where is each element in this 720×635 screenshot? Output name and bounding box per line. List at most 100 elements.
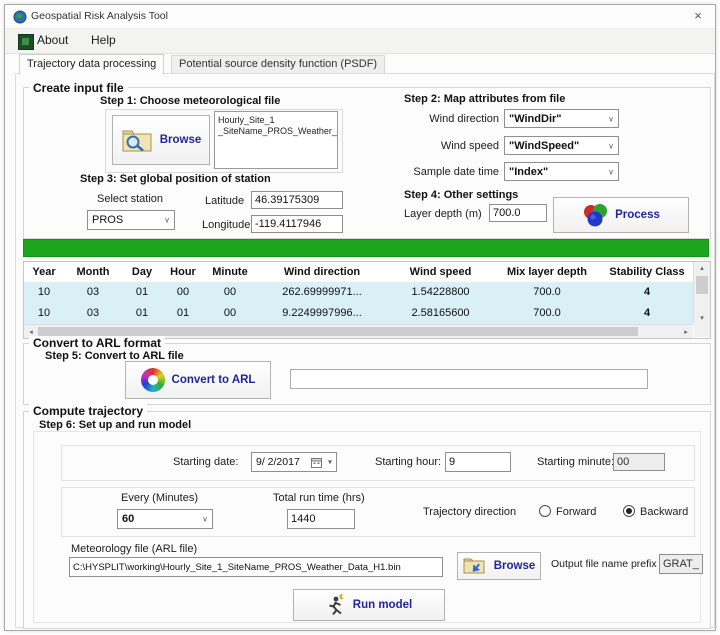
cell: 00 xyxy=(204,282,256,303)
longitude-input[interactable] xyxy=(251,215,343,233)
starting-hour-input[interactable] xyxy=(445,452,511,472)
latitude-input[interactable] xyxy=(251,191,343,209)
menu-bar: About Help xyxy=(5,29,715,54)
starting-date-picker[interactable]: 9/ 2/2017 ▾ xyxy=(251,452,337,472)
col-header[interactable]: Wind speed xyxy=(388,262,493,282)
browse-met-file-label: Browse xyxy=(160,134,202,146)
wind-direction-label: Wind direction xyxy=(404,113,499,125)
table-row[interactable]: 1003010000262.69999971...1.54228800700.0… xyxy=(24,282,693,303)
close-icon[interactable]: × xyxy=(687,7,709,25)
wind-speed-select[interactable]: "WindSpeed" ∨ xyxy=(504,136,619,155)
col-header[interactable]: Mix layer depth xyxy=(493,262,601,282)
longitude-label: Longitude xyxy=(202,219,250,231)
met-file-name-line1: Hourly_Site_1 xyxy=(218,115,334,126)
backward-radio-label[interactable]: Backward xyxy=(640,506,688,518)
runner-icon xyxy=(326,594,346,616)
cell: 262.69999971... xyxy=(256,282,388,303)
cell: 01 xyxy=(122,282,162,303)
met-file-name-box[interactable]: Hourly_Site_1 _SiteName_PROS_Weather_Dat… xyxy=(214,111,338,169)
sample-date-time-select[interactable]: "Index" ∨ xyxy=(504,162,619,181)
every-minutes-select[interactable]: 60 ∨ xyxy=(117,509,213,529)
starting-date-value: 9/ 2/2017 xyxy=(256,456,300,468)
total-run-time-label: Total run time (hrs) xyxy=(273,492,365,504)
met-arl-file-label: Meteorology file (ARL file) xyxy=(71,543,197,555)
browse-met-file-button[interactable]: Browse xyxy=(112,115,210,165)
chevron-down-icon: ∨ xyxy=(608,141,614,150)
col-header[interactable]: Minute xyxy=(204,262,256,282)
every-minutes-label: Every (Minutes) xyxy=(121,492,198,504)
col-header[interactable]: Day xyxy=(122,262,162,282)
app-icon xyxy=(13,10,27,24)
cell: 10 xyxy=(24,282,64,303)
starting-minute-label: Starting minute: xyxy=(537,456,614,468)
menu-help[interactable]: Help xyxy=(91,33,116,47)
about-icon xyxy=(18,34,34,50)
step3-title: Step 3: Set global position of station xyxy=(80,173,271,185)
every-minutes-value: 60 xyxy=(122,513,134,525)
cell: 03 xyxy=(64,282,122,303)
vertical-scroll-thumb[interactable] xyxy=(696,276,708,294)
col-header[interactable]: Year xyxy=(24,262,64,282)
station-value: PROS xyxy=(92,214,123,226)
met-arl-file-input[interactable] xyxy=(69,557,443,577)
col-header[interactable]: Wind direction xyxy=(256,262,388,282)
progress-bar xyxy=(23,239,709,257)
cell: 700.0 xyxy=(493,282,601,303)
rgb-spheres-icon xyxy=(582,202,608,228)
wind-speed-value: "WindSpeed" xyxy=(509,140,579,152)
chevron-down-icon: ∨ xyxy=(164,216,170,225)
wind-speed-label: Wind speed xyxy=(404,140,499,152)
cell: 00 xyxy=(204,303,256,324)
tab-trajectory-data-processing[interactable]: Trajectory data processing xyxy=(19,54,164,75)
chevron-down-icon: ∨ xyxy=(608,114,614,123)
met-file-name-line2: _SiteName_PROS_Weather_Data.csv xyxy=(218,126,334,137)
scroll-right-icon[interactable]: ▸ xyxy=(681,328,691,336)
backward-radio[interactable] xyxy=(623,505,635,517)
cell: 01 xyxy=(122,303,162,324)
cell: 4 xyxy=(601,303,693,324)
tab-psdf[interactable]: Potential source density function (PSDF) xyxy=(171,55,385,74)
chevron-down-icon: ∨ xyxy=(202,515,208,524)
layer-depth-label: Layer depth (m) xyxy=(404,208,482,220)
trajectory-direction-label: Trajectory direction xyxy=(423,506,516,518)
window-title: Geospatial Risk Analysis Tool xyxy=(31,10,168,22)
run-model-button[interactable]: Run model xyxy=(293,589,445,621)
wind-direction-select[interactable]: "WindDir" ∨ xyxy=(504,109,619,128)
folder-arrow-icon xyxy=(463,556,487,576)
forward-radio-label[interactable]: Forward xyxy=(556,506,596,518)
scroll-left-icon[interactable]: ◂ xyxy=(26,328,36,336)
browse-arl-file-button[interactable]: Browse xyxy=(457,552,541,580)
tab-strip: Trajectory data processing Potential sou… xyxy=(5,53,715,74)
calendar-icon xyxy=(311,457,322,468)
layer-depth-input[interactable] xyxy=(489,204,547,222)
cell: 00 xyxy=(162,282,204,303)
table-row[interactable]: 10030101009.2249997996...2.58165600700.0… xyxy=(24,303,693,324)
horizontal-scroll-thumb[interactable] xyxy=(38,327,638,336)
col-header[interactable]: Month xyxy=(64,262,122,282)
weather-data-table: YearMonthDayHourMinuteWind directionWind… xyxy=(23,261,711,339)
station-select[interactable]: PROS ∨ xyxy=(87,210,175,230)
chevron-down-icon: ∨ xyxy=(608,167,614,176)
cell: 2.58165600 xyxy=(388,303,493,324)
latitude-label: Latitude xyxy=(205,195,244,207)
chevron-down-icon: ▾ xyxy=(328,458,332,467)
process-button[interactable]: Process xyxy=(553,197,689,233)
convert-to-arl-button[interactable]: Convert to ARL xyxy=(125,361,271,399)
compute-trajectory-legend: Compute trajectory xyxy=(29,404,147,418)
col-header[interactable]: Hour xyxy=(162,262,204,282)
process-label: Process xyxy=(615,209,660,221)
output-prefix-input[interactable] xyxy=(659,554,703,574)
folder-search-icon xyxy=(121,127,153,153)
scroll-down-icon[interactable]: ▾ xyxy=(694,314,710,322)
forward-radio[interactable] xyxy=(539,505,551,517)
starting-minute-input[interactable] xyxy=(613,453,665,471)
convert-progress-bar xyxy=(290,369,648,389)
vertical-scrollbar[interactable]: ▴ ▾ xyxy=(693,262,710,324)
menu-about[interactable]: About xyxy=(37,33,68,47)
cell: 9.2249997996... xyxy=(256,303,388,324)
col-header[interactable]: Stability Class xyxy=(601,262,693,282)
scrollbar-corner xyxy=(694,324,710,337)
scroll-up-icon[interactable]: ▴ xyxy=(694,264,710,272)
app-window: Geospatial Risk Analysis Tool × About He… xyxy=(4,4,716,631)
total-run-time-input[interactable] xyxy=(287,509,355,529)
